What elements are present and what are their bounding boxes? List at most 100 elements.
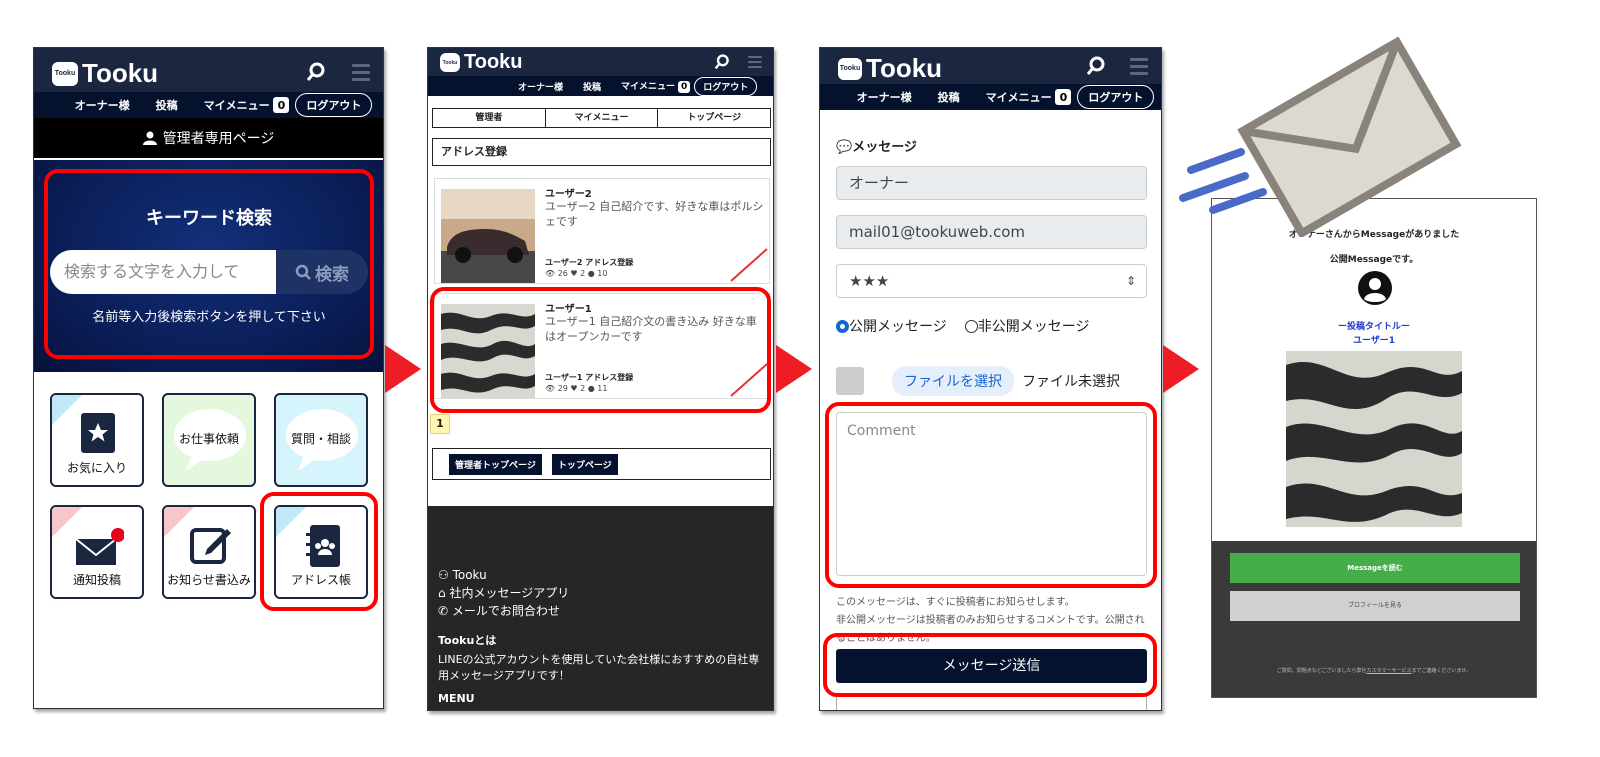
nav-post[interactable]: 投稿	[583, 80, 601, 93]
avatar-icon	[1358, 271, 1392, 305]
list-item[interactable]: ユーザー2 ユーザー2 自己紹介です、好きな車はポルシェです ユーザー2 アドレ…	[434, 178, 770, 284]
top-nav: オーナー様 投稿 マイメニュー 0 ログアウト	[820, 84, 1161, 110]
page-bottom	[836, 696, 1147, 710]
hamburger-menu-icon[interactable]	[352, 63, 370, 81]
button-bar: 管理者トップページ トップページ	[432, 448, 771, 480]
edit-icon	[190, 528, 231, 564]
notification-count-badge: 0	[678, 81, 691, 93]
tab-admin[interactable]: 管理者	[433, 109, 546, 127]
top-page-button[interactable]: トップページ	[551, 453, 618, 475]
radio-public[interactable]: 公開メッセージ	[836, 316, 947, 336]
nav-post[interactable]: 投稿	[156, 97, 178, 113]
section-title: アドレス登録	[432, 138, 771, 166]
search-icon[interactable]	[714, 54, 730, 70]
phone-icon: ✆	[438, 604, 452, 618]
page-number[interactable]: 1	[430, 414, 450, 434]
logo-icon: Tooku	[440, 53, 460, 72]
radio-private[interactable]: 非公開メッセージ	[964, 316, 1089, 336]
email-line2: 公開Messageです。	[1329, 255, 1419, 265]
view-profile-button[interactable]: プロフィールを見る	[1230, 591, 1520, 621]
highlight-comment	[825, 402, 1157, 588]
email-footer-text: ご質問、問題点などございましたら弊社カスタマーサービスまでご連絡くださいませ。	[1276, 668, 1472, 674]
star-bookmark-icon	[81, 413, 115, 453]
app-header: Tooku Tooku	[428, 48, 773, 76]
envelope-icon	[1179, 36, 1462, 237]
image-placeholder-icon	[836, 367, 864, 395]
highlight-user1	[430, 287, 771, 413]
visibility-radios: 公開メッセージ 非公開メッセージ	[836, 316, 1089, 336]
nav-mymenu[interactable]: マイメニュー 0	[204, 97, 290, 114]
logout-button[interactable]: ログアウト	[694, 76, 758, 96]
app-logo[interactable]: Tooku Tooku	[440, 51, 523, 74]
nav-owner[interactable]: オーナー様	[518, 80, 563, 93]
logout-button[interactable]: ログアウト	[1077, 85, 1155, 109]
menu-title: MENU	[438, 692, 475, 705]
nav-post[interactable]: 投稿	[938, 89, 960, 105]
app-header: Tooku Tooku	[820, 48, 1161, 84]
email-user[interactable]: ユーザー1	[1212, 333, 1536, 346]
select-arrow-icon: ⇕	[1125, 274, 1136, 288]
footer-links: ⚇ Tooku ⌂ 社内メッセージアプリ ✆ メールでお問合わせ	[438, 566, 569, 620]
email-field[interactable]: mail01@tookuweb.com	[836, 215, 1147, 249]
corner-stripe	[730, 248, 768, 282]
post-title[interactable]: ー投稿タイトルー	[1212, 319, 1536, 332]
users-icon: ⚇	[438, 568, 453, 582]
home-icon: ⌂	[438, 586, 450, 600]
footer-link-contact[interactable]: ✆ メールでお問合わせ	[438, 602, 569, 620]
app-logo[interactable]: Tooku Tooku	[52, 58, 158, 89]
tab-mymenu[interactable]: マイメニュー	[546, 109, 659, 127]
notification-count-badge: 0	[1055, 89, 1072, 106]
message-heading: 💬メッセージ	[836, 140, 917, 155]
top-nav: オーナー様 投稿 マイメニュー 0 ログアウト	[34, 92, 383, 118]
nav-mymenu[interactable]: マイメニュー 0	[621, 79, 691, 93]
comments-icon: 💬	[836, 140, 853, 155]
nav-owner[interactable]: オーナー様	[857, 89, 912, 105]
search-icon[interactable]	[306, 62, 326, 82]
highlight-send	[823, 633, 1157, 697]
customer-service-link[interactable]: カスタマーサービス	[1367, 668, 1412, 674]
eye-icon: 👁	[545, 269, 558, 278]
tile-notification-post[interactable]: 通知投稿	[50, 505, 144, 599]
email-footer-area: Messageを読む プロフィールを見る ご質問、問題点などございましたら弊社カ…	[1212, 541, 1536, 697]
tile-job-request[interactable]: お仕事依頼	[162, 393, 256, 487]
footer-link-tooku[interactable]: ⚇ Tooku	[438, 566, 569, 584]
radio-checked-icon	[836, 320, 849, 333]
nav-mymenu[interactable]: マイメニュー 0	[986, 89, 1072, 106]
logo-icon: Tooku	[838, 57, 862, 80]
highlight-address-book	[260, 492, 378, 611]
about-text: LINEの公式アカウントを使用していた会社様におすすめの自社専用メッセージアプリ…	[438, 653, 760, 682]
nav-owner[interactable]: オーナー様	[75, 97, 130, 113]
top-nav: オーナー様 投稿 マイメニュー 0 ログアウト	[428, 76, 773, 96]
file-status: ファイル未選択	[1022, 374, 1120, 390]
app-header: Tooku Tooku	[34, 48, 383, 92]
file-upload-row: ファイルを選択 ファイル未選択	[836, 366, 1120, 396]
footer-link-app[interactable]: ⌂ 社内メッセージアプリ	[438, 584, 569, 602]
logo-icon: Tooku	[52, 61, 78, 86]
read-message-button[interactable]: Messageを読む	[1230, 553, 1520, 583]
user-meta: ユーザー2 アドレス登録	[545, 258, 634, 267]
logout-button[interactable]: ログアウト	[295, 93, 373, 117]
zebra-fabric-photo	[1286, 351, 1462, 527]
arrow-right-icon	[385, 345, 421, 393]
tab-top-page[interactable]: トップページ	[658, 109, 770, 127]
hamburger-menu-icon[interactable]	[1130, 57, 1148, 75]
arrow-right-icon	[776, 345, 812, 393]
hamburger-menu-icon[interactable]	[748, 56, 762, 68]
app-logo[interactable]: Tooku Tooku	[838, 53, 942, 84]
tile-favorites[interactable]: お気に入り	[50, 393, 144, 487]
tile-questions[interactable]: 質問・相談	[274, 393, 368, 487]
user-name[interactable]: ユーザー2	[545, 185, 592, 200]
tile-news-write[interactable]: お知らせ書込み	[162, 505, 256, 599]
highlight-search	[44, 169, 374, 359]
radio-unchecked-icon	[964, 320, 978, 333]
search-icon[interactable]	[1086, 56, 1106, 76]
page-footer: ⚇ Tooku ⌂ 社内メッセージアプリ ✆ メールでお問合わせ Tookuとは…	[428, 506, 773, 710]
name-field[interactable]: オーナー	[836, 166, 1147, 200]
mail-icon	[75, 528, 124, 565]
choose-file-button[interactable]: ファイルを選択	[892, 366, 1014, 396]
admin-top-page-button[interactable]: 管理者トップページ	[449, 453, 542, 475]
car-photo	[441, 189, 535, 283]
user-stats: 👁 26 ♥ 2 ● 10	[545, 269, 608, 278]
rating-select[interactable]: ★★★ ⇕	[836, 264, 1147, 298]
phone-screen-message-form: Tooku Tooku オーナー様 投稿 マイメニュー 0 ログアウト 💬メッセ…	[819, 47, 1162, 711]
